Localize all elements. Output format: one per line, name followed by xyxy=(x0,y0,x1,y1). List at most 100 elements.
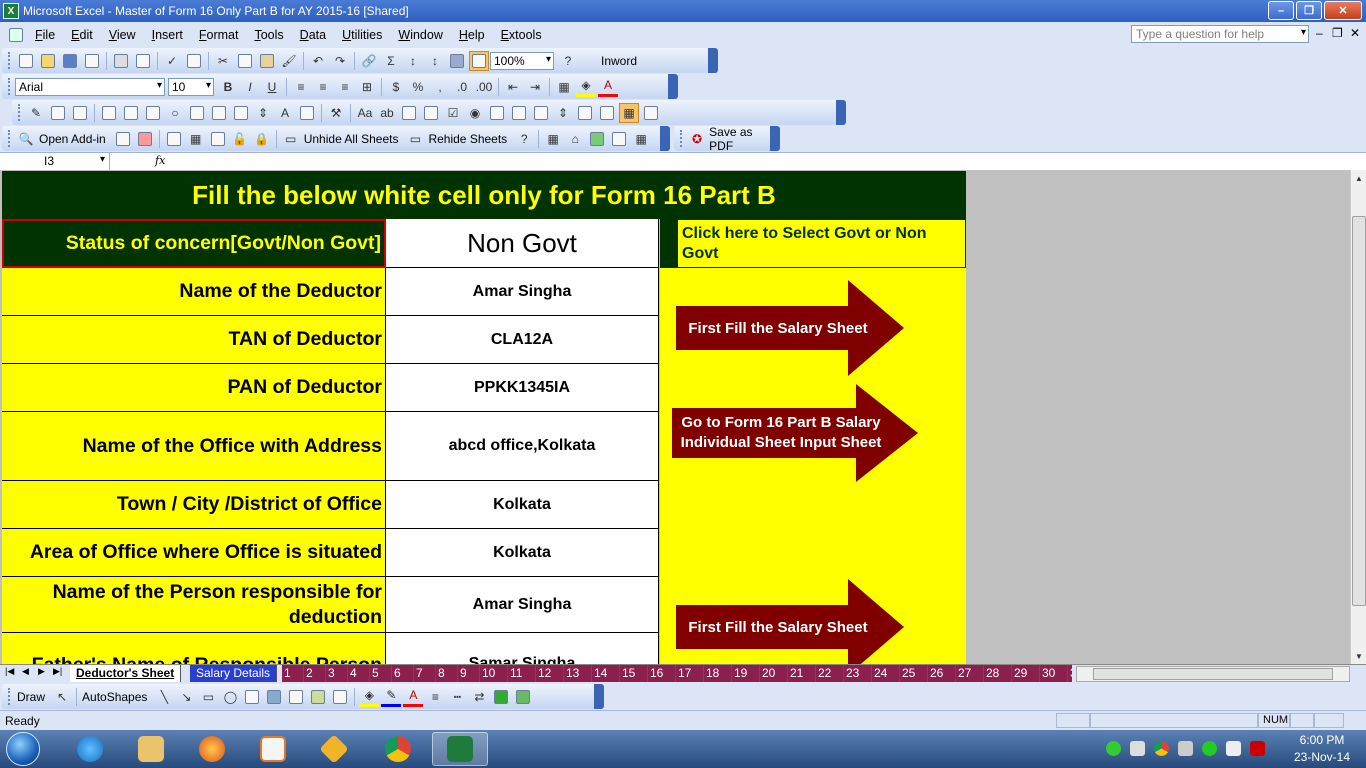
hyperlink-icon[interactable]: 🔗 xyxy=(359,51,379,71)
combobox-icon[interactable] xyxy=(209,103,229,123)
tab-sheet-24[interactable]: 24 xyxy=(872,665,900,682)
align-left-icon[interactable]: ≡ xyxy=(291,77,311,97)
3d-icon[interactable] xyxy=(513,687,533,707)
tray-torrent-icon[interactable] xyxy=(1106,741,1121,756)
open-icon[interactable] xyxy=(38,51,58,71)
task-excel[interactable] xyxy=(432,732,488,766)
autoshapes-menu-button[interactable]: AutoShapes xyxy=(82,690,147,704)
menu-help[interactable]: Help xyxy=(451,28,493,42)
excel-app-icon[interactable]: X xyxy=(3,3,19,19)
fill-color-icon[interactable]: ◈ xyxy=(576,77,596,97)
scrollbar-icon[interactable] xyxy=(231,103,251,123)
tab-sheet-19[interactable]: 19 xyxy=(732,665,760,682)
spin-icon[interactable]: ⇕ xyxy=(553,103,573,123)
textbox-label-icon[interactable]: Aa xyxy=(355,103,375,123)
office-address-cell[interactable]: abcd office,Kolkata xyxy=(386,412,659,481)
tab-sheet-28[interactable]: 28 xyxy=(984,665,1012,682)
spelling-icon[interactable]: ✓ xyxy=(162,51,182,71)
control-props-icon[interactable] xyxy=(575,103,595,123)
menu-window[interactable]: Window xyxy=(390,28,450,42)
sort-desc-icon[interactable]: ↕ xyxy=(425,51,445,71)
horizontal-scroll-thumb[interactable] xyxy=(1093,668,1333,680)
export-icon[interactable] xyxy=(587,129,607,149)
font-color-icon[interactable]: A xyxy=(598,77,618,97)
tab-deductors-sheet[interactable]: Deductor's Sheet xyxy=(70,665,182,682)
tan-cell[interactable]: CLA12A xyxy=(386,316,659,364)
scroll-up-icon[interactable]: ▲ xyxy=(1351,170,1366,186)
borders-icon[interactable]: ▦ xyxy=(554,77,574,97)
percent-icon[interactable]: % xyxy=(408,77,428,97)
arrow-icon[interactable]: ↘ xyxy=(176,687,196,707)
scroll-icon[interactable] xyxy=(531,103,551,123)
fx-icon[interactable]: fx xyxy=(155,154,165,167)
clock[interactable]: 6:00 PM 23-Nov-14 xyxy=(1282,732,1362,766)
tab-sheet-16[interactable]: 16 xyxy=(648,665,676,682)
addin-tool-5-icon[interactable] xyxy=(208,129,228,149)
drawing-toggle-icon[interactable] xyxy=(469,50,489,71)
tray-volume-icon[interactable] xyxy=(1178,741,1193,756)
tab-sheet-2[interactable]: 2 xyxy=(304,665,326,682)
button-icon[interactable] xyxy=(421,103,441,123)
last-sheet-icon[interactable]: ▶| xyxy=(53,666,62,677)
increase-decimal-icon[interactable]: .0 xyxy=(452,77,472,97)
underline-icon[interactable]: U xyxy=(262,77,282,97)
task-ie[interactable] xyxy=(62,732,118,766)
tab-sheet-11[interactable]: 11 xyxy=(508,665,536,682)
decrease-decimal-icon[interactable]: .00 xyxy=(474,77,494,97)
tab-sheet-25[interactable]: 25 xyxy=(900,665,928,682)
tab-sheet-22[interactable]: 22 xyxy=(816,665,844,682)
label-icon[interactable] xyxy=(99,103,119,123)
code-icon[interactable] xyxy=(70,103,90,123)
tools-icon[interactable]: ⚒ xyxy=(326,103,346,123)
vertical-scroll-thumb[interactable] xyxy=(1352,216,1366,606)
diagram-icon[interactable] xyxy=(286,687,306,707)
inword-button[interactable]: Inword xyxy=(601,54,637,68)
task-app[interactable] xyxy=(306,732,362,766)
home-icon[interactable]: ⌂ xyxy=(565,129,585,149)
deductor-name-cell[interactable]: Amar Singha xyxy=(386,268,659,316)
list-icon[interactable] xyxy=(487,103,507,123)
line-style-icon[interactable]: ≡ xyxy=(425,687,445,707)
menu-tools[interactable]: Tools xyxy=(246,28,291,42)
textbox-draw-icon[interactable] xyxy=(242,687,262,707)
tab-sheet-18[interactable]: 18 xyxy=(704,665,732,682)
tab-sheet-21[interactable]: 21 xyxy=(788,665,816,682)
bold-icon[interactable]: B xyxy=(218,77,238,97)
next-sheet-icon[interactable]: ▶ xyxy=(38,666,45,677)
tab-sheet-6[interactable]: 6 xyxy=(392,665,414,682)
addin-help-icon[interactable]: ? xyxy=(514,129,534,149)
addin-tool-4-icon[interactable]: ▦ xyxy=(186,129,206,149)
tab-sheet-26[interactable]: 26 xyxy=(928,665,956,682)
edit-code-icon[interactable] xyxy=(597,103,617,123)
worksheet[interactable]: Fill the below white cell only for Form … xyxy=(0,170,1350,664)
close-button[interactable]: ✕ xyxy=(1324,1,1362,20)
rectangle-icon[interactable]: ▭ xyxy=(198,687,218,707)
tab-sheet-20[interactable]: 20 xyxy=(760,665,788,682)
format-painter-icon[interactable]: 🖌 xyxy=(279,51,299,71)
copy-icon[interactable] xyxy=(235,51,255,71)
decrease-indent-icon[interactable]: ⇤ xyxy=(503,77,523,97)
father-name-cell[interactable]: Samar Singha xyxy=(386,633,659,664)
rehide-sheets-button[interactable]: Rehide Sheets xyxy=(428,132,507,146)
tab-sheet-15[interactable]: 15 xyxy=(620,665,648,682)
research-icon[interactable] xyxy=(184,51,204,71)
arrow-style-icon[interactable]: ⇄ xyxy=(469,687,489,707)
tab-sheet-8[interactable]: 8 xyxy=(436,665,458,682)
menu-edit[interactable]: Edit xyxy=(63,28,101,42)
restore-button[interactable]: ❐ xyxy=(1296,1,1322,20)
draw-tool-icon[interactable]: ✎ xyxy=(26,103,46,123)
align-center-icon[interactable]: ≡ xyxy=(313,77,333,97)
table-icon[interactable]: ▦ xyxy=(631,129,651,149)
menu-utilities[interactable]: Utilities xyxy=(334,28,390,42)
spinner-icon[interactable]: ⇕ xyxy=(253,103,273,123)
first-sheet-icon[interactable]: |◀ xyxy=(5,666,14,677)
menu-file[interactable]: File xyxy=(27,28,63,42)
task-chrome[interactable] xyxy=(370,732,426,766)
tray-pdf-icon[interactable] xyxy=(1250,741,1265,756)
fill-bucket-icon[interactable]: ◈ xyxy=(359,687,380,707)
tab-sheet-10[interactable]: 10 xyxy=(480,665,508,682)
line-color-icon[interactable]: ✎ xyxy=(381,687,402,707)
chart-wizard-icon[interactable] xyxy=(447,51,467,71)
merge-center-icon[interactable]: ⊞ xyxy=(357,77,377,97)
tab-sheet-4[interactable]: 4 xyxy=(348,665,370,682)
